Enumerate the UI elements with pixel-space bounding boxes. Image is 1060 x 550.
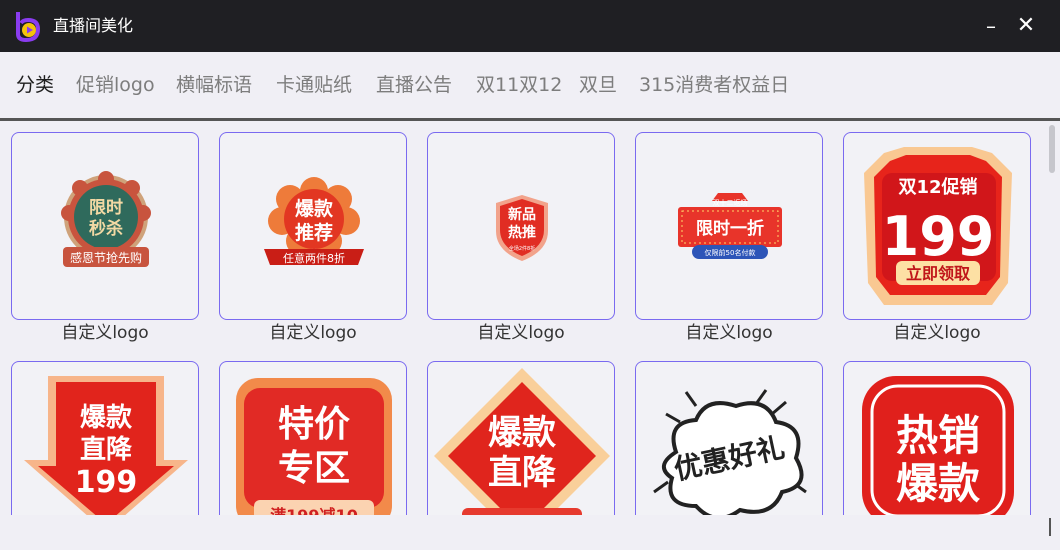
- rounded-badge-icon: 热销 爆款: [862, 376, 1014, 515]
- window-title: 直播间美化: [53, 16, 134, 35]
- sticker-card[interactable]: 爆款 推荐 任意两件8折: [219, 132, 407, 320]
- square-badge-icon: 特价 专区 满199减10: [236, 378, 392, 515]
- vertical-scrollbar[interactable]: [1046, 121, 1058, 515]
- badge-text-line1: 限时: [89, 198, 123, 218]
- badge-text-line1: 特价: [278, 404, 350, 445]
- badge-subtext: 全场2件8折: [509, 245, 535, 252]
- badge-toptext: 双十二返场: [713, 198, 748, 207]
- sticker-grid: 限时 秒杀 感恩节抢先购 自定义logo 爆款 推荐 任意两件8折 自定义log…: [0, 121, 1060, 515]
- badge-price: 199: [882, 205, 995, 268]
- card-caption: 自定义logo: [61, 323, 149, 343]
- sticker-card[interactable]: 新品 热推 全场2件8折: [427, 132, 615, 320]
- badge-subtext: 仅限前50名付款: [705, 248, 756, 257]
- tab-live-notice[interactable]: 直播公告: [376, 72, 452, 98]
- sticker-card[interactable]: 特价 专区 满199减10: [219, 361, 407, 515]
- badge-price: 199: [75, 465, 138, 500]
- card-caption: 自定义logo: [893, 323, 981, 343]
- badge-text-line2: 直降: [488, 453, 557, 493]
- card-caption: 自定义logo: [477, 323, 565, 343]
- category-tabs: 分类 促销logo 横幅标语 卡通贴纸 直播公告 双11双12 双旦 315消费…: [0, 52, 1060, 118]
- gear-badge-icon: 限时 秒杀 感恩节抢先购: [61, 171, 151, 267]
- title-bar: 直播间美化 – ✕: [0, 0, 1060, 52]
- badge-text-line1: 限时一折: [696, 218, 764, 239]
- badge-subtext: 满199减10: [270, 506, 358, 515]
- sticker-card[interactable]: 爆款 直降: [427, 361, 615, 515]
- tab-315-consumer-day[interactable]: 315消费者权益日: [639, 72, 789, 98]
- badge-text-line1: 新品: [508, 206, 536, 223]
- badge-text-line1: 爆款: [295, 197, 334, 220]
- tab-banner-slogan[interactable]: 横幅标语: [176, 72, 252, 98]
- badge-subtext: 感恩节抢先购: [70, 250, 142, 265]
- badge-text-line1: 爆款: [80, 403, 133, 433]
- bottom-bar: [0, 515, 1060, 550]
- sticker-card[interactable]: 双十二返场 限时一折 仅限前50名付款: [635, 132, 823, 320]
- diamond-badge-icon: 爆款 直降: [434, 368, 610, 515]
- tab-double11-double12[interactable]: 双11双12: [476, 72, 562, 98]
- badge-text-line2: 秒杀: [89, 218, 123, 239]
- tab-promo-logo[interactable]: 促销logo: [76, 72, 155, 98]
- card-caption: 自定义logo: [269, 323, 357, 343]
- badge-text-line1: 爆款: [488, 413, 556, 453]
- tab-new-year[interactable]: 双旦: [579, 72, 617, 98]
- card-caption: 自定义logo: [685, 323, 773, 343]
- sticker-card[interactable]: 优惠好礼: [635, 361, 823, 515]
- shield-badge-icon: 新品 热推 全场2件8折: [496, 195, 548, 261]
- badge-text-line2: 直降: [80, 435, 133, 465]
- sticker-card[interactable]: 限时 秒杀 感恩节抢先购: [11, 132, 199, 320]
- badge-text-line2: 热推: [508, 224, 536, 241]
- badge-text-line2: 爆款: [896, 459, 980, 508]
- tab-category[interactable]: 分类: [16, 72, 54, 98]
- arrow-badge-icon: 爆款 直降 199: [24, 376, 188, 515]
- minimize-button[interactable]: –: [977, 12, 1005, 40]
- banner-badge-icon: 双十二返场 限时一折 仅限前50名付款: [678, 193, 782, 259]
- tab-cartoon-sticker[interactable]: 卡通贴纸: [276, 72, 352, 98]
- badge-subtext: 立即领取: [906, 264, 970, 283]
- cloud-sticker-icon: 优惠好礼: [653, 389, 807, 515]
- flower-badge-icon: 爆款 推荐 任意两件8折: [264, 177, 364, 265]
- scroll-thumb[interactable]: [1049, 125, 1055, 173]
- sticker-card[interactable]: 热销 爆款: [843, 361, 1031, 515]
- resize-handle[interactable]: [1049, 518, 1051, 536]
- sticker-card[interactable]: 双12促销 199 立即领取: [843, 132, 1031, 320]
- sign-badge-icon: 双12促销 199 立即领取: [864, 147, 1012, 305]
- badge-text-line1: 双12促销: [898, 176, 977, 198]
- sticker-card[interactable]: 爆款 直降 199: [11, 361, 199, 515]
- badge-text-line2: 专区: [278, 448, 350, 489]
- badge-text-line1: 热销: [896, 411, 980, 460]
- close-button[interactable]: ✕: [1012, 12, 1040, 40]
- badge-subtext: 任意两件8折: [283, 251, 345, 265]
- app-logo-icon: [16, 12, 41, 42]
- badge-text-line2: 推荐: [295, 221, 333, 244]
